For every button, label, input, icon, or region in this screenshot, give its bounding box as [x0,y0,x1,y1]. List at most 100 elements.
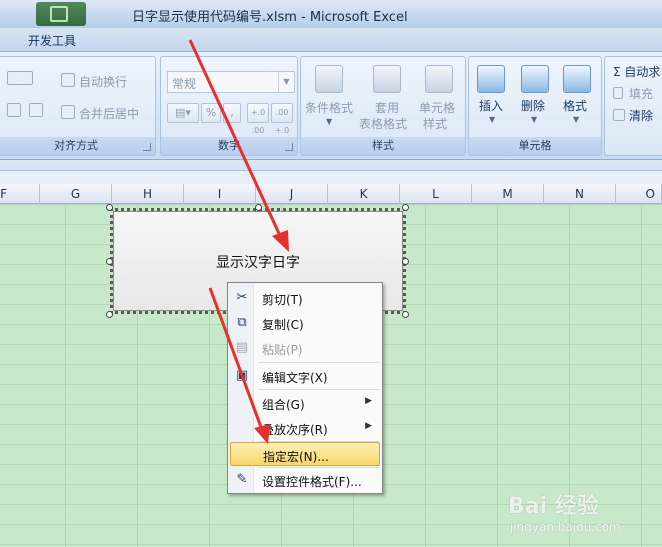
column-header-f[interactable]: F [0,184,40,204]
table-format-line1[interactable]: 套用 [375,99,399,116]
number-group-title: 数字 [161,137,297,155]
chevron-down-icon: ▼ [531,115,538,124]
excel-logo-icon [50,6,68,22]
resize-handle-bottom-left[interactable] [106,311,113,318]
baidu-logo: Bai 经验 [508,494,599,519]
conditional-format-button[interactable]: 条件格式 [305,99,353,116]
title-bar: 日字显示使用代码编号.xlsm - Microsoft Excel [0,0,662,28]
formula-input[interactable] [0,170,662,184]
decrease-indent-icon[interactable] [7,103,21,117]
orientation-icon[interactable] [7,71,33,85]
menu-item-assign-macro[interactable]: 指定宏(N)... [230,442,380,466]
chevron-down-icon: ▼ [326,117,333,126]
conditional-format-icon [315,65,343,93]
menu-item-assign-macro-label: 指定宏(N)... [263,450,329,464]
number-launcher-icon[interactable] [285,143,293,151]
styles-group: 条件格式 ▼ 套用 表格格式 单元格 样式 样式 [300,56,466,156]
clear-button[interactable]: 清除 [629,107,653,124]
alignment-launcher-icon[interactable] [143,143,151,151]
format-button[interactable]: 格式 [563,97,587,114]
context-menu: ✂ 剪切(T) ⧉ 复制(C) ▤ 粘贴(P) ▣ 编辑文字(X) 组合(G) … [227,282,383,494]
wrap-text-button[interactable]: 自动换行 [79,73,127,90]
merge-center-button[interactable]: 合并后居中 [79,105,139,122]
menu-item-paste-label: 粘贴(P) [262,343,303,357]
resize-handle-middle-left[interactable] [106,258,113,265]
number-format-value: 常规 [172,77,197,91]
menu-item-format-control-label: 设置控件格式(F)... [262,475,362,489]
submenu-arrow-icon: ▶ [365,421,372,431]
cell-styles-line1[interactable]: 单元格 [419,99,455,116]
menu-item-copy-label: 复制(C) [262,318,304,332]
column-header-l[interactable]: L [400,184,472,204]
column-header-g[interactable]: G [40,184,112,204]
resize-handle-top-left[interactable] [106,204,113,211]
column-header-k[interactable]: K [328,184,400,204]
ribbon: 自动换行 合并后居中 对齐方式 常规 ▼ ▤▾ % , +.0 .00 .00 … [0,52,662,160]
table-format-line2[interactable]: 表格格式 [359,115,407,132]
fill-icon [613,87,623,99]
ribbon-tab-row: 开发工具 [0,28,662,52]
accounting-format-button[interactable]: ▤▾ [167,103,199,123]
scissors-icon: ✂ [236,290,248,305]
format-cells-icon [563,65,591,93]
menu-item-edit-text[interactable]: ▣ 编辑文字(X) [230,364,380,388]
menu-item-edit-text-label: 编辑文字(X) [262,371,328,385]
delete-button[interactable]: 删除 [521,97,545,114]
column-headers: F G H I J K L M N O [0,184,662,204]
increase-decimal-button[interactable]: +.0 .00 [247,103,269,135]
resize-handle-middle-right[interactable] [402,258,409,265]
paste-icon: ▤ [235,340,249,355]
resize-handle-top-middle[interactable] [255,204,262,211]
menu-item-format-control[interactable]: ✎ 设置控件格式(F)... [230,468,380,492]
tab-developer[interactable]: 开发工具 [28,32,76,49]
column-header-j[interactable]: J [256,184,328,204]
column-header-n[interactable]: N [544,184,616,204]
fill-button[interactable]: 填充 [629,85,653,102]
edit-text-icon: ▣ [235,368,249,383]
autosum-button[interactable]: Σ 自动求 [613,63,660,80]
comma-button[interactable]: , [223,103,241,123]
decrease-decimal-button[interactable]: .00 +.0 [271,103,293,135]
increase-indent-icon[interactable] [29,103,43,117]
menu-separator [258,362,380,363]
styles-group-title: 样式 [301,137,465,155]
alignment-group: 自动换行 合并后居中 对齐方式 [0,56,156,156]
menu-item-cut[interactable]: ✂ 剪切(T) [230,286,380,310]
excel-app-icon[interactable] [36,2,86,26]
column-header-i[interactable]: I [184,184,256,204]
menu-item-group[interactable]: 组合(G) ▶ [230,391,380,415]
column-header-m[interactable]: M [472,184,544,204]
editing-group: Σ 自动求 填充 清除 [604,56,662,156]
resize-handle-top-right[interactable] [402,204,409,211]
wrap-text-icon [61,73,75,87]
number-format-combo[interactable]: 常规 ▼ [167,71,295,93]
percent-button[interactable]: % [201,103,221,123]
chevron-down-icon: ▼ [489,115,496,124]
formula-bar [0,160,662,184]
cell-styles-line2[interactable]: 样式 [423,115,447,132]
clear-icon [613,109,625,121]
insert-cells-icon [477,65,505,93]
cells-group-title: 单元格 [469,137,601,155]
merge-center-icon [61,105,75,119]
chevron-down-icon: ▼ [573,115,580,124]
menu-separator [258,389,380,390]
resize-handle-bottom-right[interactable] [402,311,409,318]
column-header-o[interactable]: O [616,184,662,204]
alignment-group-title: 对齐方式 [0,137,155,155]
menu-item-group-label: 组合(G) [262,398,305,412]
window-title: 日字显示使用代码编号.xlsm - Microsoft Excel [132,10,408,25]
chevron-down-icon: ▼ [278,72,294,92]
cells-group: 插入 ▼ 删除 ▼ 格式 ▼ 单元格 [468,56,602,156]
menu-item-paste: ▤ 粘贴(P) [230,336,380,360]
insert-button[interactable]: 插入 [479,97,503,114]
column-header-h[interactable]: H [112,184,184,204]
format-control-icon: ✎ [236,472,248,487]
number-group: 常规 ▼ ▤▾ % , +.0 .00 .00 +.0 数字 [160,56,298,156]
macro-button-label: 显示汉字日字 [216,255,300,271]
baidu-watermark: Bai 经验 jingyan.baidu.com [508,488,658,544]
delete-cells-icon [521,65,549,93]
table-format-icon [373,65,401,93]
menu-item-order[interactable]: 叠放次序(R) ▶ [230,416,380,440]
menu-item-copy[interactable]: ⧉ 复制(C) [230,311,380,335]
